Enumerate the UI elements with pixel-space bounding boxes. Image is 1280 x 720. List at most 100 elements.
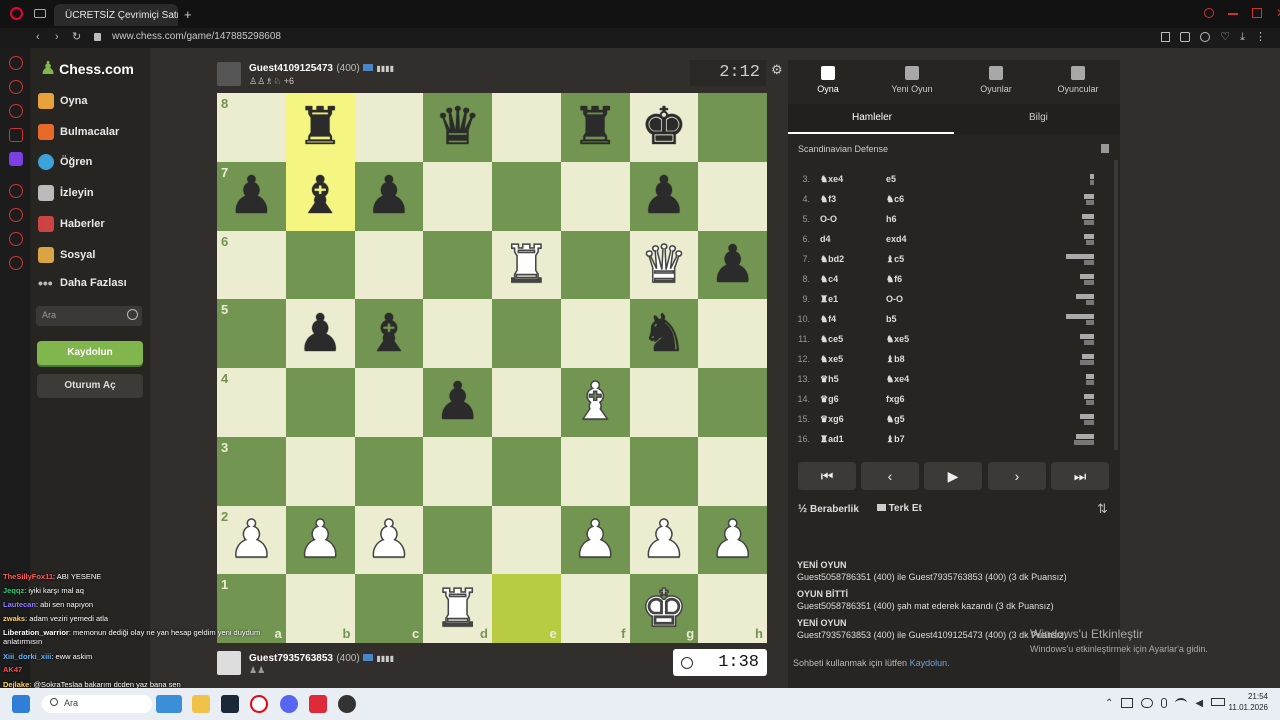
black-knight-piece[interactable]: ♞ <box>641 308 688 360</box>
sidebar-instagram-icon[interactable] <box>9 128 23 142</box>
black-rook-piece[interactable]: ♜ <box>572 101 619 153</box>
square-e4[interactable] <box>492 368 561 437</box>
play-button[interactable]: ▶ <box>924 462 982 490</box>
white-move[interactable]: d4 <box>820 234 886 244</box>
download-icon[interactable]: ⤓ <box>1240 32 1245 43</box>
square-e3[interactable] <box>492 436 561 506</box>
square-f7[interactable] <box>560 161 630 231</box>
tab-new-game[interactable]: Yeni Oyun <box>872 66 952 94</box>
square-a3[interactable]: 3 <box>217 436 286 506</box>
square-c7[interactable]: ♟ <box>354 161 424 231</box>
nav-item-play[interactable]: Oyna <box>38 93 88 109</box>
file-explorer-icon[interactable] <box>192 695 210 713</box>
white-pawn-piece[interactable]: ♟ <box>365 513 413 567</box>
wifi-icon[interactable] <box>1175 698 1188 708</box>
last-move-button[interactable]: ⏭ <box>1051 462 1109 490</box>
black-move[interactable]: ♝b8 <box>886 354 952 365</box>
black-pawn-piece[interactable]: ♟ <box>641 170 688 222</box>
square-d1[interactable]: d ♜ <box>423 574 492 643</box>
sidebar-aria-icon[interactable] <box>9 56 23 70</box>
black-pawn-piece[interactable]: ♟ <box>434 376 481 428</box>
url-text[interactable]: www.chess.com/game/147885298608 <box>112 31 281 42</box>
sidebar-settings-icon[interactable] <box>9 256 23 270</box>
square-e8[interactable] <box>492 93 561 162</box>
square-h3[interactable] <box>698 436 767 506</box>
white-move[interactable]: O-O <box>820 214 886 224</box>
black-pawn-piece[interactable]: ♟ <box>228 170 275 222</box>
square-c8[interactable] <box>354 93 424 162</box>
white-pawn-piece[interactable]: ♟ <box>227 513 275 567</box>
nav-item-watch[interactable]: İzleyin <box>38 185 94 201</box>
nav-search-input[interactable]: Ara <box>36 306 142 326</box>
first-move-button[interactable]: ⏮ <box>798 462 856 490</box>
white-rook-piece[interactable]: ♜ <box>502 238 550 292</box>
obs-icon[interactable] <box>338 695 356 713</box>
tab-list-icon[interactable] <box>34 9 46 18</box>
white-bishop-piece[interactable]: ♝ <box>571 376 619 430</box>
black-move[interactable]: exd4 <box>886 234 952 244</box>
white-king-piece[interactable]: ♚ <box>640 582 688 636</box>
white-rook-piece[interactable]: ♜ <box>434 582 482 636</box>
square-d4[interactable]: ♟ <box>423 368 492 437</box>
white-move[interactable]: ♛h5 <box>820 374 886 385</box>
close-icon[interactable]: ✕ <box>1276 7 1280 19</box>
bookmark-icon[interactable] <box>1161 32 1171 42</box>
black-pawn-piece[interactable]: ♟ <box>709 239 756 291</box>
avatar[interactable] <box>217 61 241 86</box>
square-g4[interactable] <box>629 368 699 437</box>
square-f5[interactable] <box>560 299 630 368</box>
draw-button[interactable]: ½ Beraberlik <box>798 503 859 515</box>
square-e2[interactable] <box>492 505 561 575</box>
top-player-name[interactable]: Guest4109125473 <box>249 63 333 74</box>
square-d7[interactable] <box>423 161 492 231</box>
square-h4[interactable] <box>698 368 767 437</box>
opera-gx-icon[interactable] <box>250 695 268 713</box>
adblock-icon[interactable] <box>1200 32 1211 42</box>
scrollbar[interactable] <box>1114 160 1118 450</box>
sidebar-messenger-icon[interactable] <box>9 80 23 94</box>
volume-icon[interactable]: ◀ <box>1195 698 1203 709</box>
square-a6[interactable]: 6 <box>217 230 286 300</box>
signup-button[interactable]: Kaydolun <box>37 341 143 365</box>
white-move[interactable]: ♞xe4 <box>820 174 886 185</box>
square-h8[interactable] <box>698 93 767 162</box>
black-king-piece[interactable]: ♚ <box>641 101 688 153</box>
square-b6[interactable] <box>285 230 355 300</box>
search-tabs-icon[interactable] <box>1204 8 1214 18</box>
nav-item-social[interactable]: Sosyal <box>38 247 95 263</box>
square-g5[interactable]: ♞ <box>629 299 699 368</box>
next-move-button[interactable]: › <box>988 462 1046 490</box>
square-g1[interactable]: g ♚ <box>629 574 699 643</box>
square-e1[interactable]: e <box>492 574 561 643</box>
square-a4[interactable]: 4 <box>217 368 286 437</box>
white-move[interactable]: ♞ce5 <box>820 334 886 345</box>
discord-icon[interactable] <box>280 695 298 713</box>
bottom-player-name[interactable]: Guest7935763853 <box>249 653 333 664</box>
square-g7[interactable]: ♟ <box>629 161 699 231</box>
opera-logo-icon[interactable] <box>10 7 23 20</box>
resign-button[interactable]: Terk Et <box>876 503 922 515</box>
flip-board-icon[interactable]: ⇅ <box>1097 501 1108 517</box>
white-move[interactable]: ♜e1 <box>820 294 886 305</box>
cloud-icon[interactable] <box>1141 698 1154 708</box>
black-pawn-piece[interactable]: ♟ <box>366 170 413 222</box>
square-g6[interactable]: ♛ <box>629 230 699 300</box>
heart-icon[interactable]: ♡ <box>1220 32 1230 43</box>
white-move[interactable]: ♜ad1 <box>820 434 886 445</box>
white-queen-piece[interactable]: ♛ <box>640 238 688 292</box>
maximize-icon[interactable] <box>1252 8 1262 18</box>
chesscom-logo[interactable]: ♟ Chess.com <box>40 58 134 79</box>
square-c4[interactable] <box>354 368 424 437</box>
nav-item-more[interactable]: ••• Daha Fazlası <box>38 276 127 290</box>
black-move[interactable]: h6 <box>886 214 952 224</box>
settings-gear-icon[interactable]: ⚙ <box>771 62 783 78</box>
taskbar-search[interactable]: Ara <box>42 695 152 713</box>
new-tab-button[interactable]: + <box>184 7 192 22</box>
search-icon[interactable] <box>127 309 138 320</box>
white-pawn-piece[interactable]: ♟ <box>296 513 344 567</box>
square-d8[interactable]: ♛ <box>423 93 492 162</box>
square-b8[interactable]: ♜ <box>285 93 355 162</box>
square-b3[interactable] <box>285 436 355 506</box>
square-c3[interactable] <box>354 436 424 506</box>
square-f8[interactable]: ♜ <box>560 93 630 162</box>
